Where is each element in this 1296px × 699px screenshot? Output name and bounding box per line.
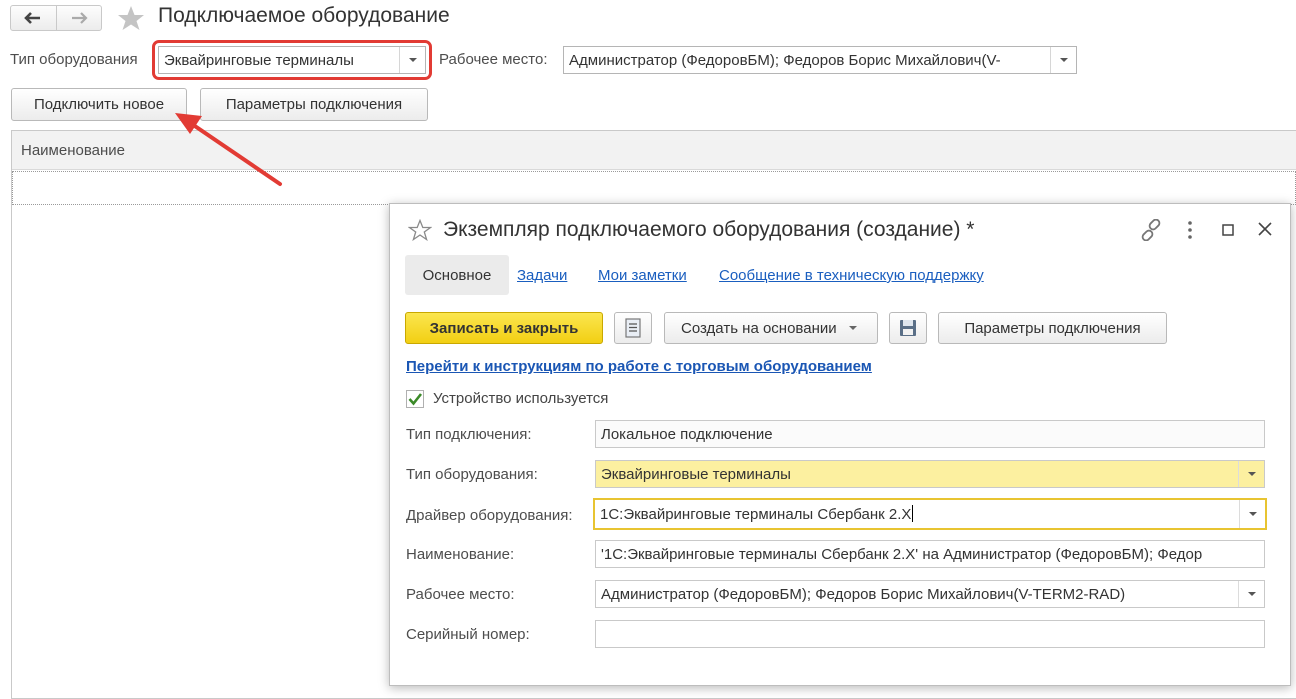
page-title: Подключаемое оборудование xyxy=(158,4,450,27)
workplace-label: Рабочее место: xyxy=(439,51,548,68)
forward-button[interactable] xyxy=(55,6,102,30)
create-based-on-button[interactable]: Создать на основании xyxy=(664,312,878,344)
workplace-field[interactable]: Администратор (ФедоровБМ); Федоров Борис… xyxy=(595,580,1265,608)
chevron-down-icon[interactable] xyxy=(1239,500,1265,528)
document-list-icon xyxy=(625,318,641,338)
connection-type-value: Локальное подключение xyxy=(601,425,773,443)
save-and-close-button[interactable]: Записать и закрыть xyxy=(405,312,603,344)
chevron-down-icon[interactable] xyxy=(1238,461,1264,487)
name-label: Наименование: xyxy=(406,546,515,563)
document-list-button[interactable] xyxy=(614,312,652,344)
workplace-select[interactable]: Администратор (ФедоровБМ); Федоров Борис… xyxy=(563,46,1077,74)
favorite-star-icon[interactable] xyxy=(116,5,146,31)
link-icon[interactable] xyxy=(1140,219,1162,241)
equipment-type-label: Тип оборудования: xyxy=(406,466,538,483)
equipment-type-label: Тип оборудования xyxy=(10,51,138,68)
navigation-buttons xyxy=(10,5,102,31)
back-button[interactable] xyxy=(11,6,56,30)
tab-my-notes[interactable]: Мои заметки xyxy=(598,267,687,284)
driver-label: Драйвер оборудования: xyxy=(406,507,573,524)
equipment-type-field[interactable]: Эквайринговые терминалы xyxy=(595,460,1265,488)
serial-number-label: Серийный номер: xyxy=(406,626,530,643)
connection-type-field[interactable]: Локальное подключение xyxy=(595,420,1265,448)
connection-type-label: Тип подключения: xyxy=(406,426,532,443)
chevron-down-icon[interactable] xyxy=(1050,47,1076,73)
name-value: '1С:Эквайринговые терминалы Сбербанк 2.X… xyxy=(601,545,1203,563)
tab-support-message[interactable]: Сообщение в техническую поддержку xyxy=(719,267,984,284)
tab-main[interactable]: Основное xyxy=(405,255,509,295)
workplace-value: Администратор (ФедоровБМ); Федоров Борис… xyxy=(601,585,1126,603)
connect-new-button[interactable]: Подключить новое xyxy=(11,88,187,121)
workplace-label: Рабочее место: xyxy=(406,586,515,603)
checkmark-icon xyxy=(408,393,423,406)
floppy-disk-icon xyxy=(900,320,916,336)
annotation-arrow xyxy=(175,113,282,186)
serial-number-field[interactable] xyxy=(595,620,1265,648)
create-based-on-label: Создать на основании xyxy=(681,319,837,337)
save-button[interactable] xyxy=(889,312,927,344)
arrow-left-icon xyxy=(24,12,41,24)
maximize-icon[interactable] xyxy=(1222,224,1234,236)
equipment-instance-dialog: Экземпляр подключаемого оборудования (со… xyxy=(389,203,1291,686)
more-actions-icon[interactable] xyxy=(1185,219,1195,241)
device-used-checkbox[interactable] xyxy=(406,390,424,408)
driver-field[interactable]: 1С:Эквайринговые терминалы Сбербанк 2.X xyxy=(593,498,1267,530)
name-field[interactable]: '1С:Эквайринговые терминалы Сбербанк 2.X… xyxy=(595,540,1265,568)
arrow-right-icon xyxy=(71,12,88,24)
dialog-title: Экземпляр подключаемого оборудования (со… xyxy=(443,218,975,241)
workplace-value: Администратор (ФедоровБМ); Федоров Борис… xyxy=(569,51,1001,69)
favorite-star-icon[interactable] xyxy=(408,219,432,241)
equipment-type-value: Эквайринговые терминалы xyxy=(601,465,791,483)
chevron-down-icon xyxy=(848,326,857,330)
tab-tasks[interactable]: Задачи xyxy=(517,267,567,284)
highlight-frame xyxy=(152,40,432,80)
chevron-down-icon[interactable] xyxy=(1238,581,1264,607)
close-icon[interactable] xyxy=(1258,222,1272,236)
device-used-label: Устройство используется xyxy=(433,390,609,407)
driver-value: 1С:Эквайринговые терминалы Сбербанк 2.X xyxy=(600,505,914,523)
instructions-link[interactable]: Перейти к инструкциям по работе с торгов… xyxy=(406,358,872,375)
dialog-connection-params-button[interactable]: Параметры подключения xyxy=(938,312,1167,344)
